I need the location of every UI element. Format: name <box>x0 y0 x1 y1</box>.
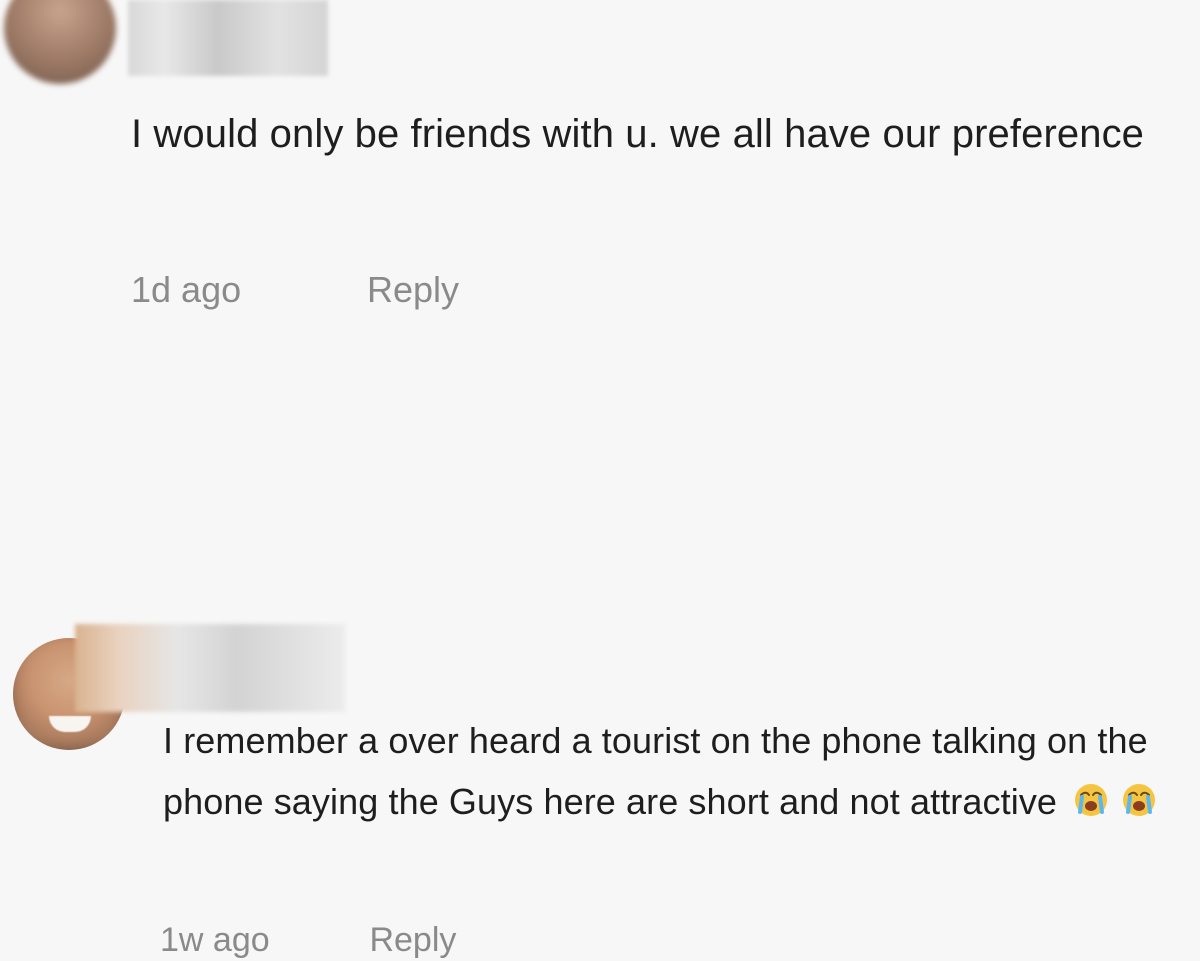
reply-button[interactable]: Reply <box>367 268 459 312</box>
blurred-username[interactable] <box>128 0 328 76</box>
blurred-username[interactable] <box>75 624 345 712</box>
comment-text: I remember a over heard a tourist on the… <box>163 720 1148 822</box>
loudly-crying-face-icon <box>1123 784 1156 816</box>
comment-meta: 1d ago Reply <box>131 268 459 312</box>
avatar[interactable] <box>4 0 116 84</box>
comment-item: I would only be friends with u. we all h… <box>0 0 1200 315</box>
loudly-crying-face-icon <box>1075 784 1108 816</box>
comment-text: I would only be friends with u. we all h… <box>131 112 1145 156</box>
comment-text-container: I remember a over heard a tourist on the… <box>163 710 1198 832</box>
comment-item: I remember a over heard a tourist on the… <box>0 312 1200 959</box>
comment-time: 1w ago <box>160 921 270 959</box>
comment-meta: 1w ago Reply <box>160 919 456 961</box>
comment-time: 1d ago <box>131 269 242 310</box>
reply-button[interactable]: Reply <box>369 919 456 961</box>
